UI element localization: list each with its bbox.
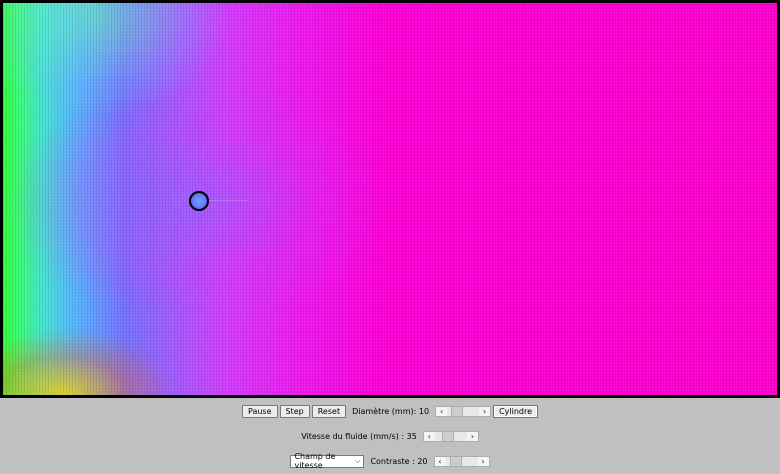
display-mode-select[interactable]: Champ de vitesse ⌵ (290, 452, 365, 470)
wake-indicator (207, 200, 247, 201)
scroll-track[interactable] (434, 431, 467, 441)
chevron-down-icon: ⌵ (355, 456, 361, 465)
pause-button[interactable]: Pause (241, 404, 278, 418)
cylinder-obstacle[interactable] (189, 191, 209, 211)
scroll-thumb[interactable] (449, 456, 462, 466)
control-row-1: Pause Step Reset Diamètre (mm): 10 ‹ › C… (0, 404, 780, 418)
display-mode-value: Champ de vitesse (294, 452, 336, 470)
scroll-thumb[interactable] (441, 431, 454, 441)
diameter-scrollbar[interactable]: ‹ › (435, 405, 492, 417)
control-row-3: Champ de vitesse ⌵ Contraste : 20 ‹ › (0, 452, 780, 470)
reset-button[interactable]: Reset (311, 404, 347, 418)
scroll-left-icon[interactable]: ‹ (434, 456, 446, 466)
contrast-scrollbar[interactable]: ‹ › (433, 455, 490, 467)
control-row-2: Vitesse du fluide (mm/s) : 35 ‹ › (0, 429, 780, 443)
scroll-track[interactable] (445, 456, 478, 466)
diameter-label: Diamètre (mm): 10 (352, 406, 430, 416)
scroll-left-icon[interactable]: ‹ (423, 431, 435, 441)
scroll-left-icon[interactable]: ‹ (436, 406, 448, 416)
scroll-thumb[interactable] (451, 406, 464, 416)
scroll-right-icon[interactable]: › (477, 456, 489, 466)
speed-label: Vitesse du fluide (mm/s) : 35 (301, 431, 417, 441)
cylinder-button[interactable]: Cylindre (493, 404, 539, 418)
step-button[interactable]: Step (279, 404, 310, 418)
scroll-right-icon[interactable]: › (479, 406, 491, 416)
contrast-label: Contraste : 20 (370, 456, 428, 466)
speed-scrollbar[interactable]: ‹ › (422, 430, 479, 442)
scroll-right-icon[interactable]: › (466, 431, 478, 441)
simulation-panel (0, 0, 780, 398)
velocity-field-canvas[interactable] (3, 3, 777, 395)
scroll-track[interactable] (447, 406, 480, 416)
